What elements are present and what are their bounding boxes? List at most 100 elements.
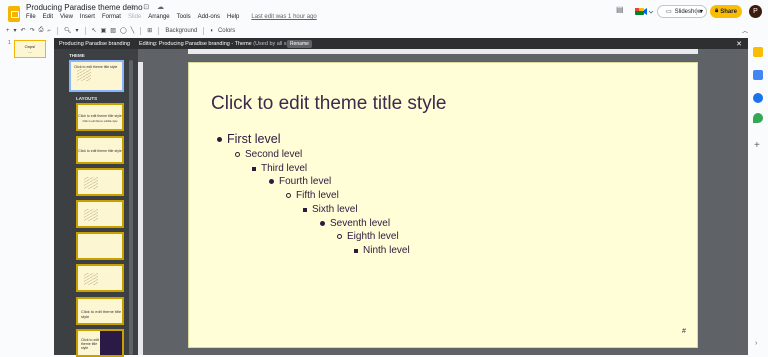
comment-history-icon[interactable]: ▤ — [616, 5, 624, 14]
tasks-icon[interactable] — [753, 70, 763, 80]
layout-thumbnail[interactable]: Click to edit theme title style — [76, 297, 124, 325]
add-addon-icon[interactable]: + — [754, 140, 760, 151]
bullet-disc-icon — [320, 221, 325, 226]
layout-thumbnail[interactable] — [76, 232, 124, 260]
slideshow-icon: ▭ — [666, 9, 672, 15]
divider — [56, 26, 58, 35]
layout-thumbnail[interactable]: Click to edit theme title style Click to… — [76, 103, 124, 131]
top-ruler — [188, 49, 698, 54]
last-edit-link[interactable]: Last edit was 1 hour ago — [251, 14, 316, 20]
colors-button[interactable]: Colors — [218, 28, 235, 34]
theme-master-thumbnail[interactable]: Click to edit theme title style — [69, 60, 124, 92]
level-text: First level — [227, 132, 281, 146]
level-text: Fourth level — [279, 176, 332, 187]
slide-number: 1 — [8, 40, 11, 46]
share-button[interactable]: 🔒︎ Share — [710, 5, 742, 18]
slide-number-placeholder[interactable]: # — [682, 328, 686, 335]
divider — [140, 26, 142, 35]
menu-format[interactable]: Format — [102, 14, 121, 20]
editing-title: Editing: Producing Paradise branding - T… — [139, 41, 300, 47]
thumb-title: Click to edit theme title style — [78, 114, 122, 118]
menu-help[interactable]: Help — [227, 14, 239, 20]
bullet-square-icon — [354, 248, 358, 253]
keep-icon[interactable] — [753, 47, 763, 57]
level-text: Seventh level — [330, 218, 391, 229]
body-level-9[interactable]: Ninth level — [354, 245, 410, 256]
text-box-icon[interactable]: ▣ — [101, 27, 107, 34]
redo-icon[interactable]: ↷ — [30, 27, 35, 34]
body-level-7[interactable]: Seventh level — [320, 218, 390, 229]
slide-thumbnail[interactable]: Oops! ... — [14, 40, 46, 58]
chevron-down-icon[interactable]: ▾ — [695, 8, 703, 15]
layout-thumbnail[interactable]: Click to edit theme title style — [76, 329, 124, 357]
divider — [158, 26, 160, 35]
menu-tools[interactable]: Tools — [177, 14, 191, 20]
theme-name: Producing Paradise branding — [59, 40, 130, 47]
level-text: Eighth level — [347, 231, 399, 242]
body-level-1[interactable]: First level — [217, 132, 280, 146]
bullet-disc-icon — [269, 179, 274, 184]
body-level-4[interactable]: Fourth level — [269, 176, 331, 187]
layout-thumbnail[interactable] — [76, 264, 124, 292]
menu-insert[interactable]: Insert — [80, 14, 95, 20]
body-level-5[interactable]: Fifth level — [286, 190, 339, 201]
chevron-right-icon[interactable]: › — [755, 340, 757, 347]
share-label: Share — [720, 8, 737, 15]
body-level-8[interactable]: Eighth level — [337, 231, 399, 242]
theme-builder-header: Producing Paradise branding Editing: Pro… — [54, 38, 748, 49]
document-title[interactable]: Producing Paradise theme demo — [26, 3, 143, 12]
comment-icon[interactable]: ⊞ — [147, 27, 152, 34]
bullet-circle-icon — [337, 234, 342, 239]
left-ruler — [138, 62, 143, 355]
add-icon[interactable]: + — [6, 28, 10, 34]
collapse-toolbar-icon[interactable]: ︿ — [742, 26, 748, 35]
thumb-body-lines — [84, 177, 98, 189]
menu-view[interactable]: View — [60, 14, 73, 20]
contacts-icon[interactable] — [753, 93, 763, 103]
maps-icon[interactable] — [753, 113, 763, 123]
slide-title-placeholder[interactable]: Click to edit theme title style — [211, 93, 446, 115]
thumb-sub: ... — [28, 49, 32, 54]
layout-thumbnail[interactable] — [76, 200, 124, 228]
zoom-icon[interactable]: 🔍︎ — [64, 27, 72, 34]
slides-logo-icon[interactable] — [8, 6, 20, 22]
layout-thumbnail[interactable]: Click to edit theme title style — [76, 136, 124, 164]
paint-format-icon[interactable]: ⌐ — [47, 28, 51, 34]
background-button[interactable]: Background — [165, 28, 197, 34]
toolbar: + ▾ ↶ ↷ ⎙ ⌐ 🔍︎ ▾ ↖ ▣ ▨ ◯ ╲ ⊞ Background … — [6, 25, 748, 36]
chevron-down-icon[interactable]: ▾ — [14, 27, 17, 34]
slideshow-button[interactable]: ▭ Slideshow ▾ — [657, 5, 707, 18]
menu-addons[interactable]: Add-ons — [198, 14, 220, 20]
menu-edit[interactable]: Edit — [43, 14, 53, 20]
level-text: Ninth level — [363, 245, 410, 256]
body-level-2[interactable]: Second level — [235, 149, 302, 160]
title-action-icons[interactable]: ☆ ⊡ ☁ — [129, 3, 167, 11]
menu-slide: Slide — [127, 14, 142, 20]
panel-scrollbar[interactable] — [129, 60, 133, 355]
divider — [84, 26, 86, 35]
bullet-disc-icon — [217, 136, 222, 142]
level-text: Second level — [245, 149, 303, 160]
undo-icon[interactable]: ↶ — [21, 27, 26, 34]
layout-thumbnail[interactable] — [76, 168, 124, 196]
rename-button[interactable]: Rename — [287, 40, 312, 48]
body-level-6[interactable]: Sixth level — [303, 204, 358, 215]
print-icon[interactable]: ⎙ — [39, 27, 44, 34]
chevron-down-icon[interactable]: ▾ — [76, 27, 79, 34]
select-icon[interactable]: ↖ — [92, 27, 97, 34]
level-text: Fifth level — [296, 190, 339, 201]
close-icon[interactable]: ✕ — [736, 40, 742, 48]
meet-icon[interactable] — [634, 6, 654, 16]
theme-section-label: THEME — [69, 53, 85, 58]
avatar[interactable]: P — [749, 5, 762, 18]
shape-icon[interactable]: ◯ — [120, 27, 127, 34]
menu-file[interactable]: File — [26, 14, 36, 20]
palette-icon[interactable]: ◐ — [210, 28, 214, 34]
menu-arrange[interactable]: Arrange — [148, 14, 169, 20]
bullet-circle-icon — [286, 193, 291, 198]
divider — [203, 26, 205, 35]
image-icon[interactable]: ▨ — [110, 27, 116, 34]
line-icon[interactable]: ╲ — [131, 27, 135, 34]
bullet-circle-icon — [235, 152, 240, 157]
body-level-3[interactable]: Third level — [252, 163, 307, 174]
